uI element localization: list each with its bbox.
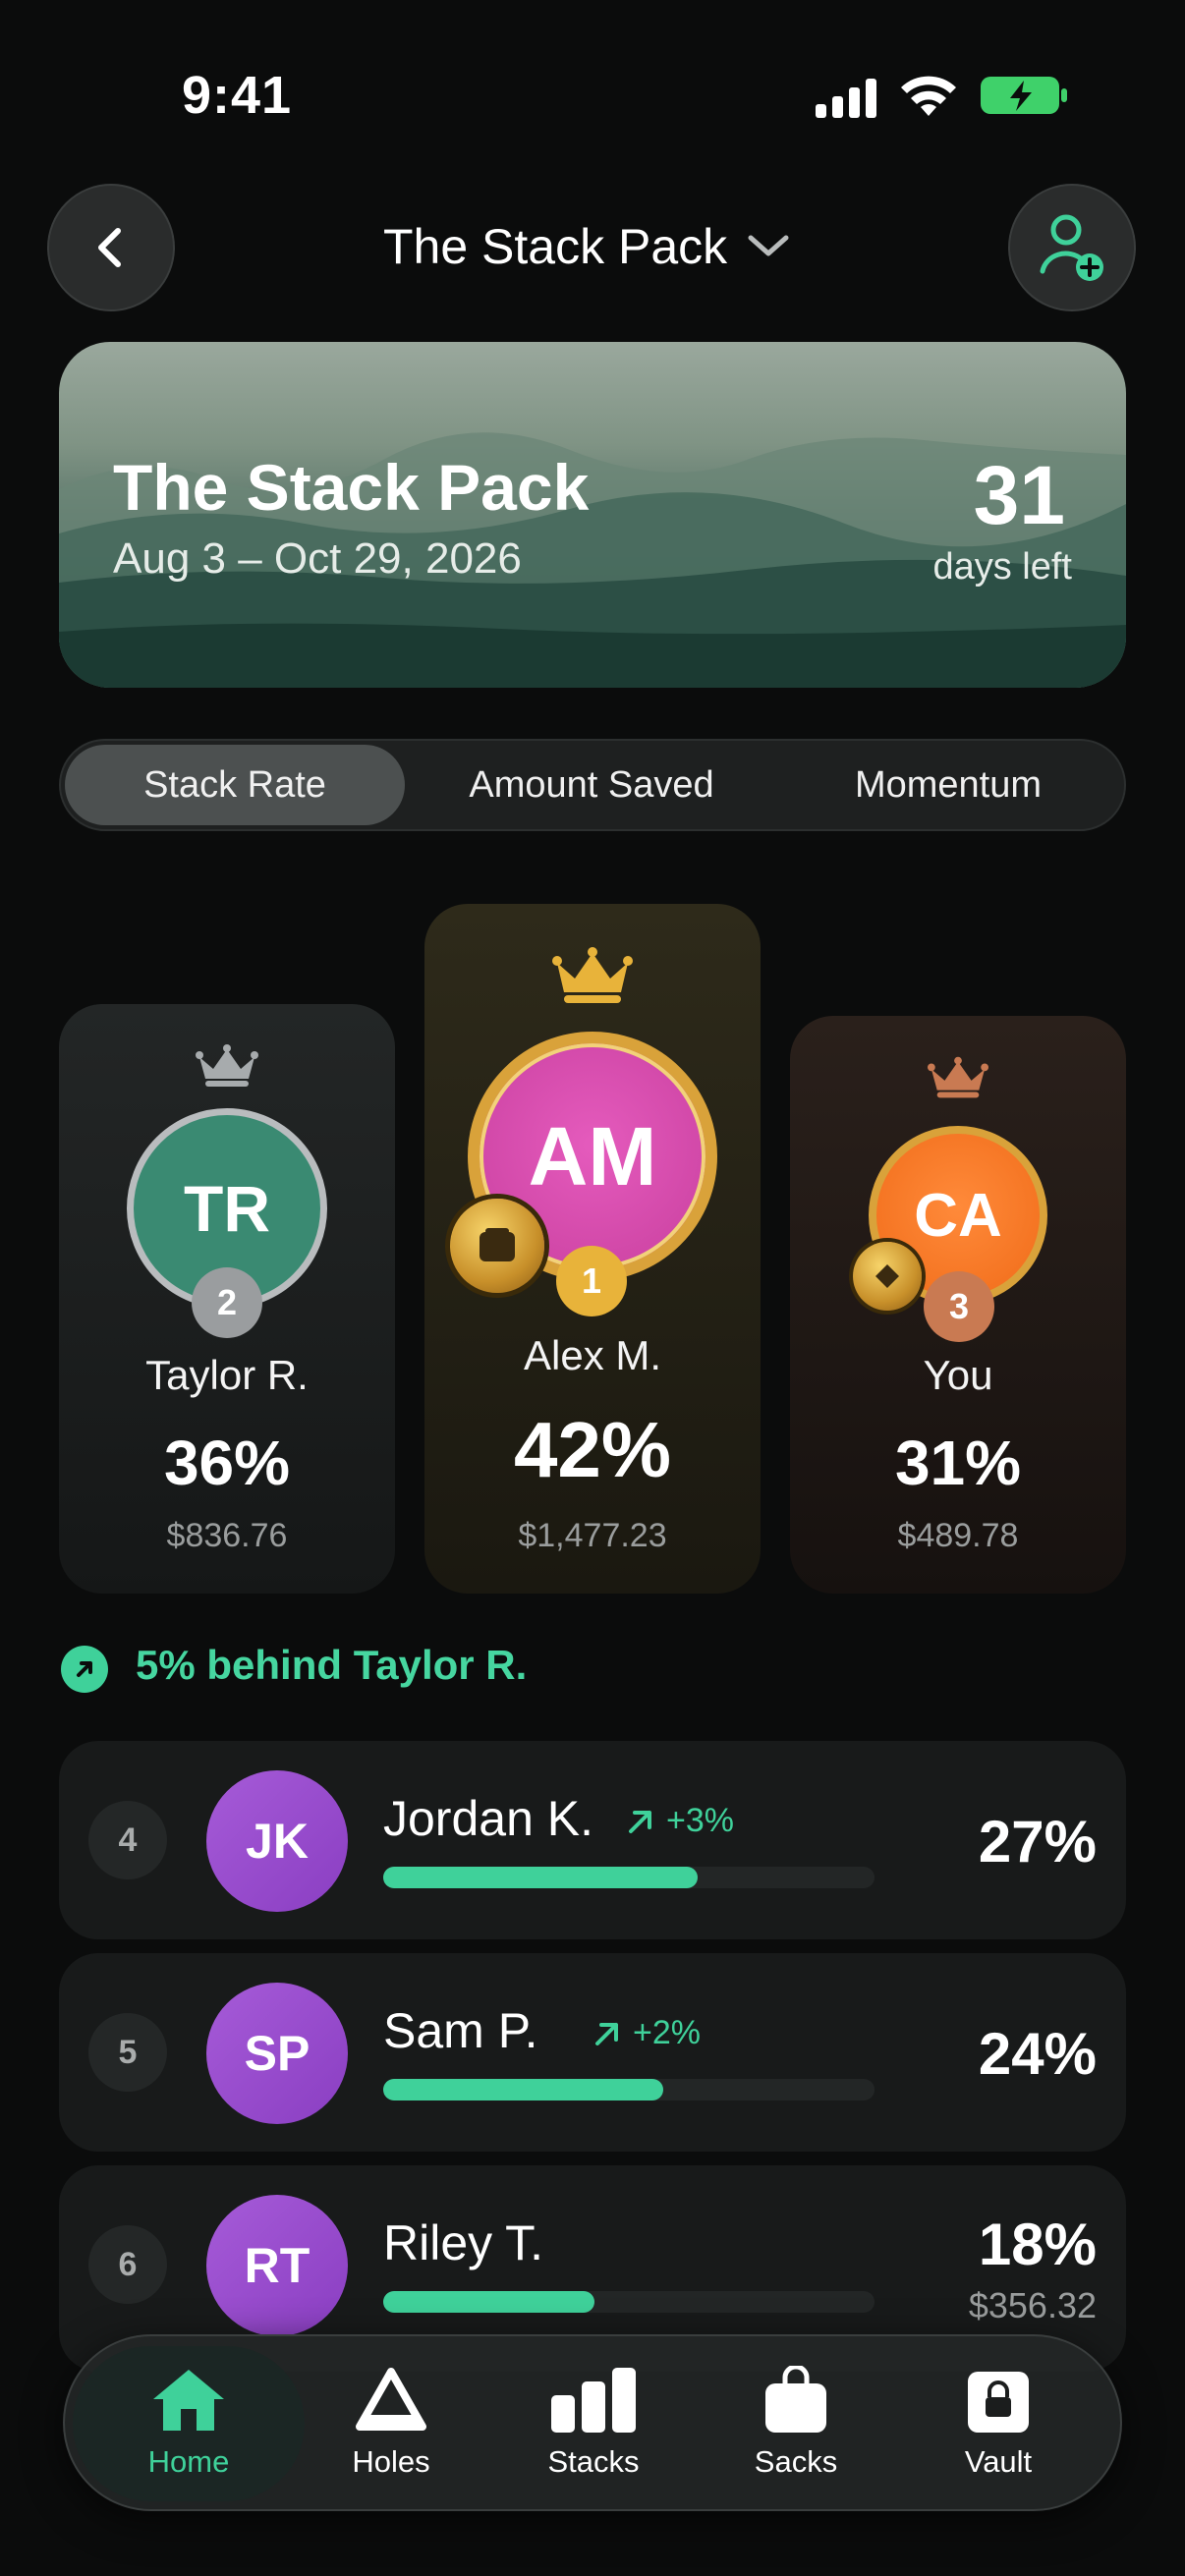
member-percent: 27% — [978, 1809, 1097, 1875]
progress-fill — [383, 1867, 698, 1888]
progress-track — [383, 1867, 875, 1888]
leaderboard-row[interactable]: 5 SP Sam P. +2% 24% — [59, 1953, 1126, 2152]
progress-track — [383, 2079, 875, 2100]
behind-message: 5% behind Taylor R. — [136, 1642, 528, 1688]
crown-icon — [552, 947, 633, 1003]
tab-vault[interactable]: Vault — [900, 2336, 1097, 2509]
player-amount: $836.76 — [166, 1517, 288, 1554]
add-member-button[interactable] — [1008, 184, 1136, 311]
arrow-up-right-icon — [595, 2022, 618, 2045]
diamond-icon — [875, 1264, 899, 1288]
add-user-icon — [1040, 214, 1103, 281]
cellular-signal-icon — [816, 79, 876, 118]
days-left-label: days left — [932, 546, 1072, 588]
lock-icon — [968, 2372, 1029, 2433]
progress-fill — [383, 2079, 663, 2100]
member-percent: 18% — [978, 2212, 1097, 2277]
crown-icon — [928, 1056, 988, 1098]
tab-label: Stacks — [547, 2444, 640, 2479]
rank-badge: 1 — [556, 1246, 627, 1316]
member-name: Riley T. — [383, 2215, 544, 2270]
delta-value: +2% — [633, 2014, 701, 2051]
trend-delta: +2% — [592, 2014, 701, 2052]
tab-label: Holes — [352, 2444, 430, 2479]
leaderboard-row[interactable]: 4 JK Jordan K. +3% 27% — [59, 1741, 1126, 1939]
podium-card-third[interactable]: CA 3 You 31% $489.78 — [790, 1016, 1126, 1594]
arrow-up-right-icon — [629, 1810, 651, 1833]
avatar: SP — [206, 1983, 348, 2124]
progress-fill — [383, 2291, 594, 2313]
days-left-count: 31 — [973, 449, 1065, 541]
member-percent: 24% — [978, 2021, 1097, 2087]
player-percent: 36% — [163, 1428, 291, 1498]
chevron-down-icon — [748, 235, 789, 256]
delta-value: +3% — [666, 1802, 734, 1839]
player-name: You — [923, 1352, 993, 1398]
banner-title: The Stack Pack — [113, 451, 590, 524]
coin-badge — [853, 1242, 922, 1311]
player-percent: 31% — [894, 1428, 1022, 1498]
bars-icon — [551, 2368, 636, 2433]
podium-card-second[interactable]: TR 2 Taylor R. 36% $836.76 — [59, 1004, 395, 1594]
trend-up-icon — [61, 1646, 108, 1693]
bottom-tab-bar: Home Holes Stacks Sacks Vault — [63, 2334, 1122, 2511]
rank-badge: 2 — [192, 1267, 262, 1338]
tab-label: Sacks — [754, 2444, 838, 2479]
challenge-banner: The Stack Pack Aug 3 – Oct 29, 2026 31 d… — [59, 342, 1126, 688]
tab-holes[interactable]: Holes — [293, 2336, 489, 2509]
home-icon — [153, 2370, 224, 2431]
player-name: Taylor R. — [145, 1352, 309, 1398]
group-title: The Stack Pack — [383, 219, 728, 274]
rank-number: 6 — [88, 2225, 167, 2304]
progress-track — [383, 2291, 875, 2313]
battery-charging-icon — [981, 77, 1067, 114]
tab-stacks[interactable]: Stacks — [495, 2336, 692, 2509]
tab-amount-saved[interactable]: Amount Saved — [417, 745, 766, 825]
member-name: Sam P. — [383, 2003, 538, 2058]
bag-icon — [765, 2366, 826, 2433]
wifi-icon — [901, 76, 956, 116]
player-percent: 42% — [513, 1406, 672, 1493]
rank-number: 5 — [88, 2013, 167, 2092]
tab-stack-rate[interactable]: Stack Rate — [65, 745, 405, 825]
player-amount: $1,477.23 — [518, 1517, 667, 1554]
crown-icon — [196, 1044, 258, 1087]
tab-momentum[interactable]: Momentum — [778, 745, 1118, 825]
coin-badge — [450, 1199, 544, 1293]
player-amount: $489.78 — [897, 1517, 1019, 1554]
back-button[interactable] — [47, 184, 175, 311]
tab-label: Vault — [964, 2444, 1033, 2479]
chevron-left-icon — [98, 228, 121, 267]
tab-label: Home — [147, 2444, 230, 2479]
avatar: RT — [206, 2195, 348, 2336]
banner-date-range: Aug 3 – Oct 29, 2026 — [113, 534, 522, 583]
stack-icon — [480, 1228, 515, 1261]
tab-home[interactable]: Home — [90, 2336, 287, 2509]
rank-badge: 3 — [924, 1271, 994, 1342]
group-selector[interactable]: The Stack Pack — [383, 218, 790, 275]
member-amount: $356.32 — [968, 2285, 1097, 2325]
metric-tabs: Stack Rate Amount Saved Momentum — [59, 739, 1126, 831]
member-name: Jordan K. — [383, 1791, 594, 1846]
status-time: 9:41 — [182, 66, 293, 125]
avatar: JK — [206, 1770, 348, 1912]
tab-sacks[interactable]: Sacks — [698, 2336, 894, 2509]
player-name: Alex M. — [523, 1332, 662, 1378]
podium-card-first[interactable]: AM 1 Alex M. 42% $1,477.23 — [424, 904, 761, 1594]
rank-number: 4 — [88, 1801, 167, 1879]
triangle-icon — [356, 2368, 426, 2431]
trend-delta: +3% — [625, 1802, 734, 1840]
